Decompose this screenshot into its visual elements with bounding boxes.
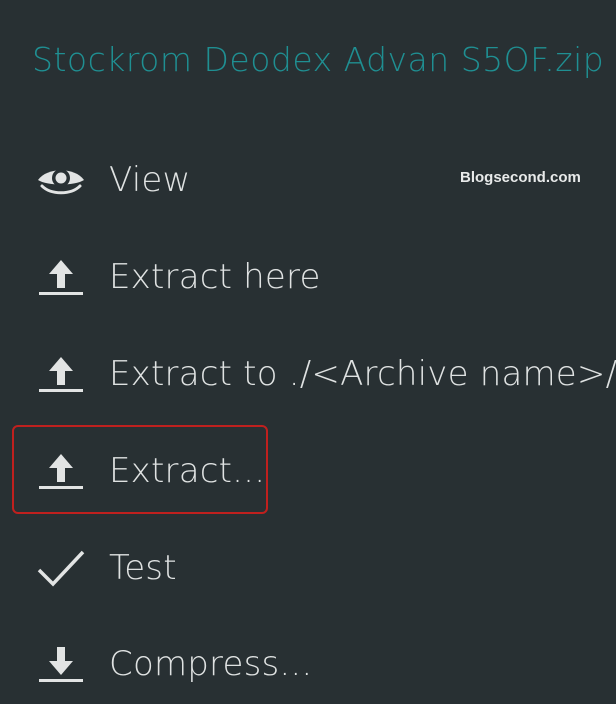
download-icon [30,639,92,689]
menu-item-view[interactable]: View [30,150,590,210]
menu-item-label: Compress... [109,644,313,684]
menu-item-label: Extract here [109,257,321,297]
menu-item-label: Extract to ./<Archive name>/ [109,354,616,394]
upload-icon [30,252,92,302]
menu-item-extract-here[interactable]: Extract here [30,247,590,307]
menu-item-label: Test [109,548,177,588]
archive-actions-menu: View Extract here Extract to ./<Archive … [0,0,616,704]
upload-icon [30,349,92,399]
menu-item-extract-to[interactable]: Extract to ./<Archive name>/ [30,344,616,404]
menu-item-label: Extract... [109,451,266,491]
menu-item-test[interactable]: Test [30,538,590,598]
checkmark-icon [30,543,92,593]
menu-item-compress[interactable]: Compress... [30,634,590,694]
menu-item-extract[interactable]: Extract... [30,441,590,501]
menu-item-label: View [109,160,191,200]
eye-icon [30,155,92,205]
upload-icon [30,446,92,496]
